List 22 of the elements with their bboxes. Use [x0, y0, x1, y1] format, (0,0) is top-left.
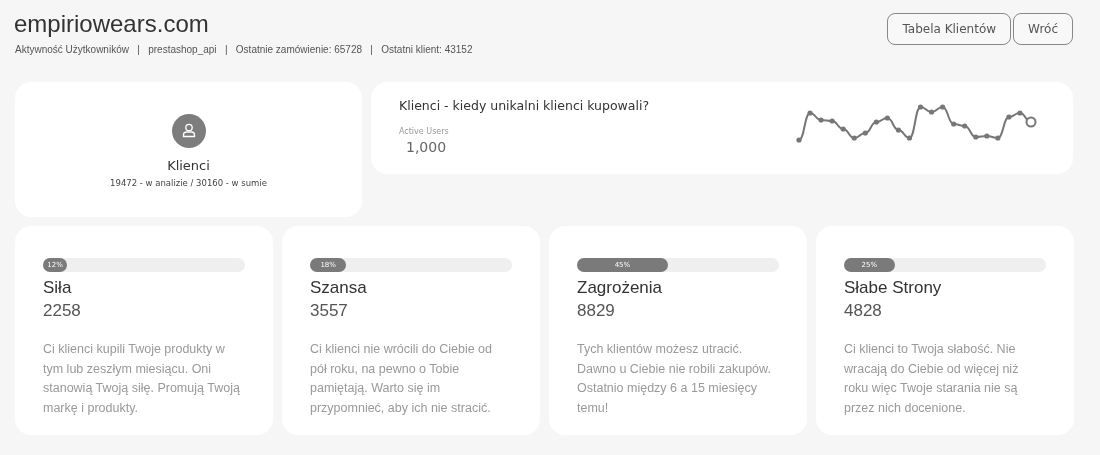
segment-name: Zagrożenia — [577, 278, 664, 298]
card-title: Klienci - kiedy unikalni klienci kupowali? — [399, 98, 650, 113]
segment-name: Szansa — [310, 278, 368, 298]
user-icon — [171, 114, 206, 148]
segment-name: Słabe Strony — [844, 278, 943, 298]
segment-description: Tych klientów możesz utracić. Dawno u Ciebie nie robili zakupów. Ostatnio między 6 a 15 miesięcy temu! — [577, 341, 772, 417]
segment-count: 8829 — [577, 301, 616, 321]
segment-description: Ci klienci to Twoja słabość. Nie wracają do Ciebie od więcej niż roku więc Twoje starania nie są przez nich docenione. — [844, 341, 1020, 417]
segment-name: Siła — [43, 278, 73, 298]
card-title: Klienci — [167, 158, 210, 173]
nav-button[interactable]: Tabela Klientów — [887, 13, 1012, 45]
metric-label: Active Users — [399, 127, 450, 136]
site-title: empiriowears.com — [14, 10, 210, 38]
segment-description: Ci klienci nie wrócili do Ciebie od pół roku, na pewno o Tobie pamiętają. Warto się im przypomnieć, aby ich nie stracić. — [310, 341, 494, 417]
segment-count: 4828 — [844, 301, 883, 321]
nav-button[interactable]: Wróć — [1013, 13, 1073, 45]
segment-description: Ci klienci kupili Twoje produkty w tym lub zeszłym miesiącu. Oni stanowią Twoją siłę. Promują Twoją markę i produkty. — [43, 341, 241, 417]
segment-count: 3557 — [310, 301, 349, 321]
metric-value: 1,000 — [406, 139, 448, 155]
segment-count: 2258 — [43, 301, 82, 321]
clients-summary: 19472 - w analizie / 30160 - w sumie — [110, 178, 267, 188]
meta-line: Aktywność Użytkowników | prestashop_api | Ostatnie zamówienie: 65728 | Ostatni klient: 43152 — [15, 44, 473, 55]
